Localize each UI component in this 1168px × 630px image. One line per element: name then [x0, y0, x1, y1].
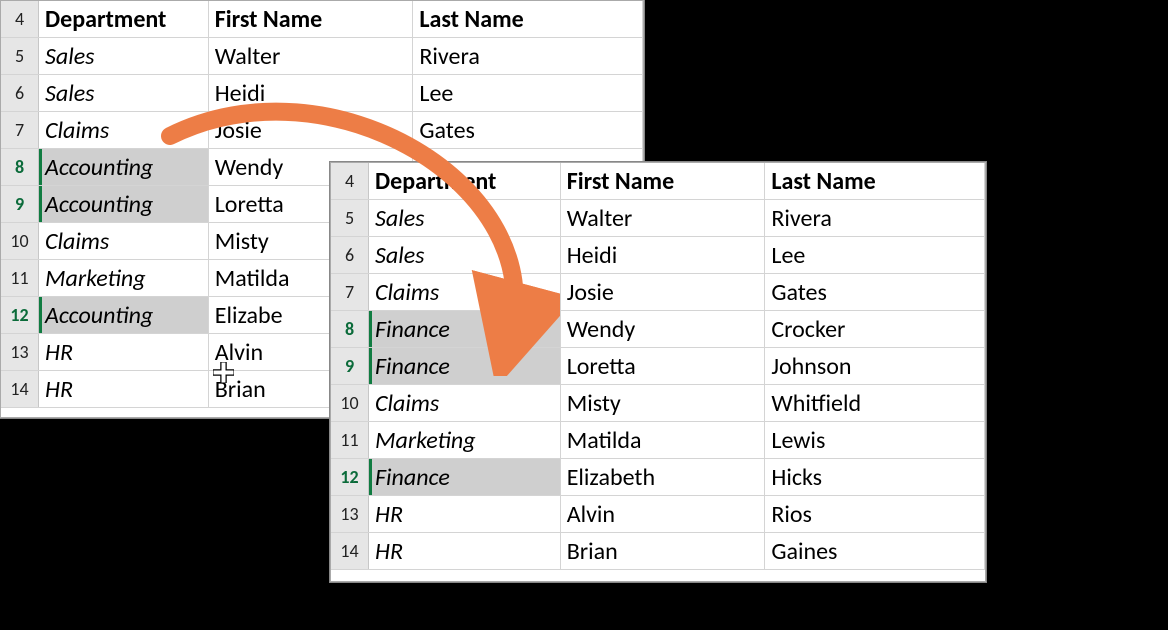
cell-firstname[interactable]: Heidi	[209, 75, 414, 111]
cell-department[interactable]: Accounting	[39, 186, 209, 222]
row-number[interactable]: 8	[1, 149, 39, 185]
table-row[interactable]: 14 HR Brian Gaines	[331, 533, 985, 570]
cell-department[interactable]: HR	[369, 496, 561, 532]
cell-lastname[interactable]: Lee	[765, 237, 985, 273]
col-header-firstname[interactable]: First Name	[561, 163, 766, 199]
cell-department[interactable]: Sales	[39, 75, 209, 111]
table-row[interactable]: 6 Sales Heidi Lee	[1, 75, 643, 112]
cell-firstname[interactable]: Wendy	[561, 311, 766, 347]
cell-lastname[interactable]: Rios	[765, 496, 985, 532]
cell-department[interactable]: Sales	[39, 38, 209, 74]
cell-firstname[interactable]: Matilda	[561, 422, 766, 458]
cell-department[interactable]: Marketing	[39, 260, 209, 296]
row-number[interactable]: 9	[331, 348, 369, 384]
row-number[interactable]: 10	[1, 223, 39, 259]
cell-department[interactable]: Accounting	[39, 297, 209, 333]
cell-firstname[interactable]: Elizabeth	[561, 459, 766, 495]
row-number[interactable]: 7	[1, 112, 39, 148]
cell-firstname[interactable]: Misty	[561, 385, 766, 421]
row-number[interactable]: 10	[331, 385, 369, 421]
table-row[interactable]: 7 Claims Josie Gates	[1, 112, 643, 149]
cell-department[interactable]: Finance	[369, 348, 561, 384]
table-row[interactable]: 4 Department First Name Last Name	[1, 1, 643, 38]
row-number[interactable]: 9	[1, 186, 39, 222]
col-header-department[interactable]: Department	[369, 163, 561, 199]
cell-firstname[interactable]: Heidi	[561, 237, 766, 273]
row-number[interactable]: 12	[331, 459, 369, 495]
col-header-lastname[interactable]: Last Name	[413, 1, 643, 37]
cell-lastname[interactable]: Hicks	[765, 459, 985, 495]
cell-department[interactable]: Claims	[39, 112, 209, 148]
cell-firstname[interactable]: Alvin	[561, 496, 766, 532]
row-number[interactable]: 14	[1, 371, 39, 407]
cell-lastname[interactable]: Gates	[413, 112, 643, 148]
row-number[interactable]: 13	[1, 334, 39, 370]
cell-firstname[interactable]: Josie	[561, 274, 766, 310]
cell-firstname[interactable]: Walter	[209, 38, 414, 74]
col-header-lastname[interactable]: Last Name	[765, 163, 985, 199]
cell-lastname[interactable]: Rivera	[765, 200, 985, 236]
row-number[interactable]: 12	[1, 297, 39, 333]
cell-department[interactable]: HR	[39, 334, 209, 370]
cell-lastname[interactable]: Rivera	[413, 38, 643, 74]
cell-department[interactable]: Accounting	[39, 149, 209, 185]
table-row[interactable]: 6 Sales Heidi Lee	[331, 237, 985, 274]
cell-lastname[interactable]: Lee	[413, 75, 643, 111]
cell-department[interactable]: HR	[39, 371, 209, 407]
col-header-department[interactable]: Department	[39, 1, 209, 37]
cell-department[interactable]: Claims	[369, 385, 561, 421]
row-number[interactable]: 11	[1, 260, 39, 296]
row-number[interactable]: 6	[1, 75, 39, 111]
cell-firstname[interactable]: Loretta	[561, 348, 766, 384]
table-row[interactable]: 4 Department First Name Last Name	[331, 163, 985, 200]
cell-department[interactable]: Finance	[369, 311, 561, 347]
table-row[interactable]: 10 Claims Misty Whitfield	[331, 385, 985, 422]
table-row[interactable]: 7 Claims Josie Gates	[331, 274, 985, 311]
cell-department[interactable]: Claims	[369, 274, 561, 310]
cell-firstname[interactable]: Walter	[561, 200, 766, 236]
cell-lastname[interactable]: Gaines	[765, 533, 985, 569]
cell-department[interactable]: Sales	[369, 237, 561, 273]
cell-lastname[interactable]: Lewis	[765, 422, 985, 458]
table-row[interactable]: 5 Sales Walter Rivera	[1, 38, 643, 75]
row-number[interactable]: 13	[331, 496, 369, 532]
cell-department[interactable]: Sales	[369, 200, 561, 236]
row-number[interactable]: 4	[1, 1, 39, 37]
row-number[interactable]: 7	[331, 274, 369, 310]
table-row[interactable]: 8 Finance Wendy Crocker	[331, 311, 985, 348]
cell-lastname[interactable]: Whitfield	[765, 385, 985, 421]
col-header-firstname[interactable]: First Name	[209, 1, 414, 37]
cell-department[interactable]: Finance	[369, 459, 561, 495]
table-row[interactable]: 11 Marketing Matilda Lewis	[331, 422, 985, 459]
cell-department[interactable]: Marketing	[369, 422, 561, 458]
cell-lastname[interactable]: Johnson	[765, 348, 985, 384]
row-number[interactable]: 11	[331, 422, 369, 458]
row-number[interactable]: 5	[1, 38, 39, 74]
cell-lastname[interactable]: Gates	[765, 274, 985, 310]
table-row[interactable]: 9 Finance Loretta Johnson	[331, 348, 985, 385]
spreadsheet-after: 4 Department First Name Last Name 5 Sale…	[330, 162, 986, 582]
row-number[interactable]: 4	[331, 163, 369, 199]
row-number[interactable]: 8	[331, 311, 369, 347]
cell-firstname[interactable]: Josie	[209, 112, 414, 148]
row-number[interactable]: 5	[331, 200, 369, 236]
cell-department[interactable]: HR	[369, 533, 561, 569]
cell-lastname[interactable]: Crocker	[765, 311, 985, 347]
cell-firstname[interactable]: Brian	[561, 533, 766, 569]
row-number[interactable]: 6	[331, 237, 369, 273]
table-row[interactable]: 5 Sales Walter Rivera	[331, 200, 985, 237]
row-number[interactable]: 14	[331, 533, 369, 569]
table-row[interactable]: 12 Finance Elizabeth Hicks	[331, 459, 985, 496]
cell-department[interactable]: Claims	[39, 223, 209, 259]
table-row[interactable]: 13 HR Alvin Rios	[331, 496, 985, 533]
